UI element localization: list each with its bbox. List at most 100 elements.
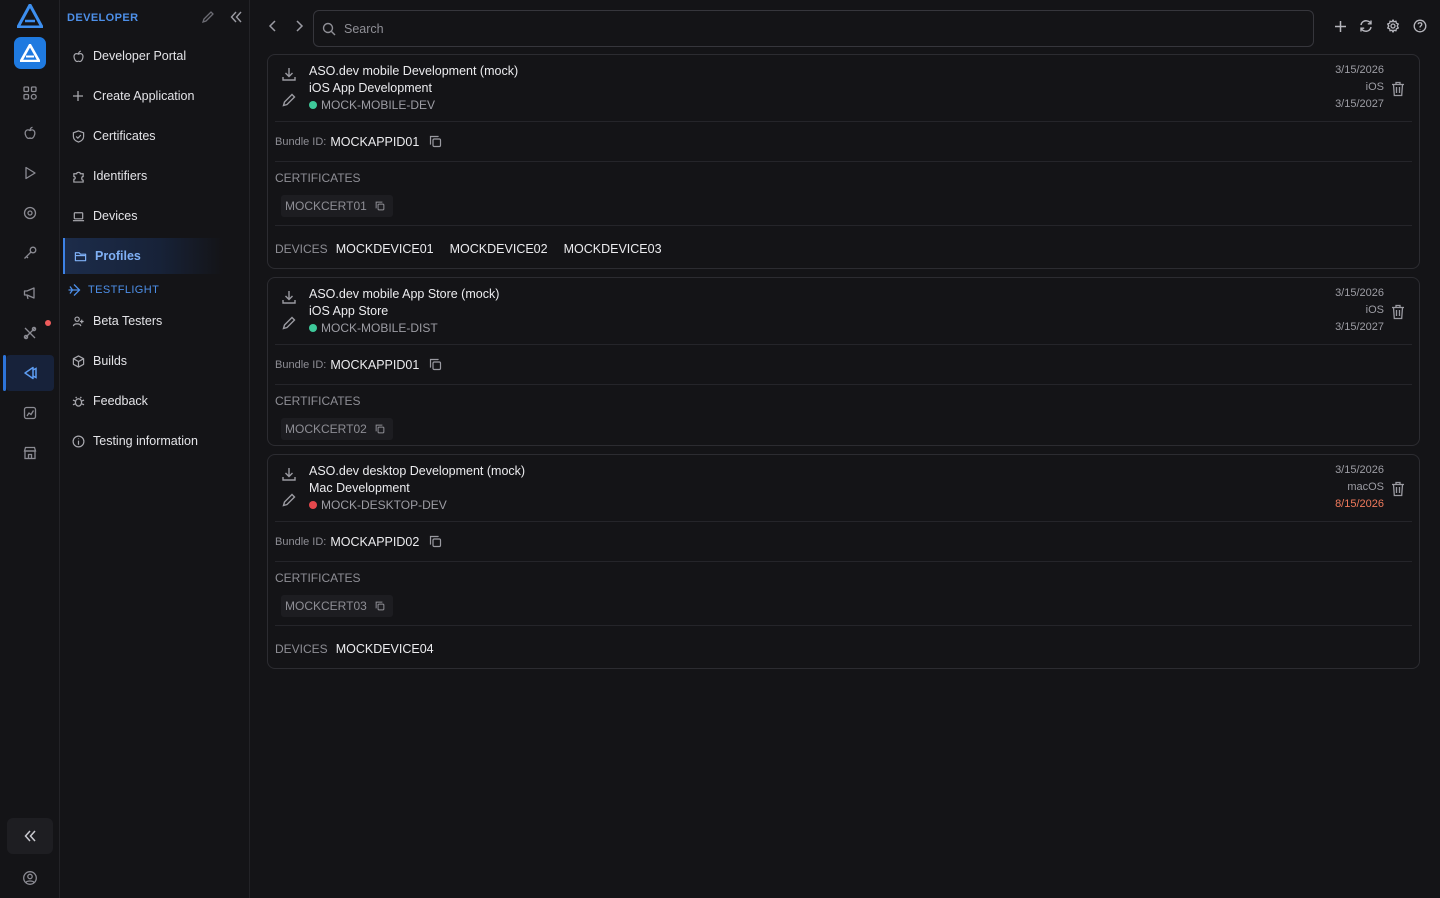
bundle-id-row: Bundle ID: MOCKAPPID01: [275, 122, 1412, 162]
platform-label: iOS: [1365, 304, 1384, 316]
xcode-icon[interactable]: [20, 363, 40, 383]
certificate-chip[interactable]: MOCKCERT01: [281, 195, 393, 217]
status-dot: [309, 101, 317, 109]
tools-icon[interactable]: [20, 323, 40, 343]
search-icon: [322, 22, 336, 36]
edit-icon[interactable]: [201, 10, 215, 24]
profile-card: ASO.dev mobile Development (mock) iOS Ap…: [267, 54, 1420, 269]
testflight-icon: [67, 283, 81, 297]
profile-card-header: ASO.dev desktop Development (mock) Mac D…: [275, 455, 1412, 522]
created-date: 3/15/2026: [1335, 64, 1384, 76]
app-store-connect-icon[interactable]: [14, 37, 46, 69]
sidebar-item-create-application[interactable]: Create Application: [63, 78, 223, 114]
settings-gear-icon[interactable]: [1385, 18, 1401, 34]
back-button[interactable]: [265, 18, 281, 34]
puzzle-icon: [71, 169, 85, 183]
profile-card: ASO.dev mobile App Store (mock) iOS App …: [267, 277, 1420, 446]
certificate-chip[interactable]: MOCKCERT02: [281, 418, 393, 440]
store-icon[interactable]: [20, 443, 40, 463]
certificate-chip[interactable]: MOCKCERT03: [281, 595, 393, 617]
expiration-date: 8/15/2026: [1335, 498, 1384, 510]
profile-card-header: ASO.dev mobile App Store (mock) iOS App …: [275, 278, 1412, 345]
target-icon[interactable]: [20, 203, 40, 223]
play-icon[interactable]: [20, 163, 40, 183]
account-icon[interactable]: [22, 870, 38, 886]
sidebar-item-profiles[interactable]: Profiles: [63, 238, 223, 274]
sidebar-item-feedback[interactable]: Feedback: [63, 383, 223, 419]
key-icon[interactable]: [20, 243, 40, 263]
bug-icon: [71, 394, 85, 408]
bundle-id-value: MOCKAPPID02: [330, 534, 420, 549]
forward-button[interactable]: [291, 18, 307, 34]
copy-icon[interactable]: [429, 535, 442, 548]
edit-icon[interactable]: [281, 492, 297, 508]
sidebar-item-label: Feedback: [93, 394, 148, 408]
delete-icon[interactable]: [1391, 304, 1405, 320]
analytics-icon[interactable]: [20, 403, 40, 423]
download-icon[interactable]: [281, 289, 297, 305]
delete-icon[interactable]: [1391, 81, 1405, 97]
plus-icon: [71, 89, 85, 103]
copy-icon[interactable]: [375, 424, 385, 434]
refresh-icon[interactable]: [1358, 18, 1374, 34]
sidebar-item-beta-testers[interactable]: Beta Testers: [63, 303, 223, 339]
expiration-date: 3/15/2027: [1335, 321, 1384, 333]
bundle-id-value: MOCKAPPID01: [330, 134, 420, 149]
sidebar-item-label: Identifiers: [93, 169, 148, 183]
copy-icon[interactable]: [375, 201, 385, 211]
platform-label: macOS: [1347, 481, 1384, 493]
profile-identifier: MOCK-MOBILE-DIST: [309, 321, 438, 335]
collapse-rail-button[interactable]: [7, 818, 53, 854]
bundle-id-label: Bundle ID:: [275, 535, 327, 548]
certificate-name: MOCKCERT02: [285, 422, 367, 436]
sidebar-item-developer-portal[interactable]: Developer Portal: [63, 38, 223, 74]
profile-type: iOS App Store: [309, 304, 389, 318]
sidebar-item-builds[interactable]: Builds: [63, 343, 223, 379]
sidebar-item-testing-information[interactable]: Testing information: [63, 423, 223, 459]
devices-label: DEVICES: [275, 241, 328, 256]
sidebar-item-label: Builds: [93, 354, 128, 368]
megaphone-icon[interactable]: [20, 283, 40, 303]
copy-icon[interactable]: [375, 601, 385, 611]
collapse-sidebar-icon[interactable]: [229, 10, 243, 24]
copy-icon[interactable]: [429, 135, 442, 148]
add-icon[interactable]: [1332, 18, 1348, 34]
apple-icon[interactable]: [20, 123, 40, 143]
profile-card-header: ASO.dev mobile Development (mock) iOS Ap…: [275, 55, 1412, 122]
status-dot: [309, 501, 317, 509]
profile-card: ASO.dev desktop Development (mock) Mac D…: [267, 454, 1420, 669]
apps-grid-icon[interactable]: [20, 83, 40, 103]
copy-icon[interactable]: [429, 358, 442, 371]
info-icon: [71, 434, 85, 448]
package-icon: [71, 354, 85, 368]
certificates-section: CERTIFICATES MOCKCERT03: [275, 562, 1412, 625]
search-bar: [313, 10, 1314, 47]
profile-type: iOS App Development: [309, 81, 432, 95]
certificates-section: CERTIFICATES MOCKCERT01: [275, 162, 1412, 225]
edit-icon[interactable]: [281, 92, 297, 108]
delete-icon[interactable]: [1391, 481, 1405, 497]
sidebar-item-label: Testing information: [93, 434, 198, 448]
certificate-name: MOCKCERT03: [285, 599, 367, 613]
sidebar-item-certificates[interactable]: Certificates: [63, 118, 223, 154]
rail-active-indicator: [3, 355, 6, 391]
edit-icon[interactable]: [281, 315, 297, 331]
profile-name: ASO.dev mobile Development (mock): [309, 64, 519, 78]
download-icon[interactable]: [281, 66, 297, 82]
device-name: MOCKDEVICE03: [563, 241, 662, 256]
help-icon[interactable]: [1412, 18, 1428, 34]
sidebar-item-identifiers[interactable]: Identifiers: [63, 158, 223, 194]
aso-logo-icon[interactable]: [17, 4, 43, 28]
platform-label: iOS: [1365, 81, 1384, 93]
certificate-name: MOCKCERT01: [285, 199, 367, 213]
certificates-section: CERTIFICATES MOCKCERT02: [275, 385, 1412, 448]
shield-check-icon: [71, 129, 85, 143]
profile-identifier-text: MOCK-DESKTOP-DEV: [321, 498, 447, 512]
profile-identifier-text: MOCK-MOBILE-DEV: [321, 98, 436, 112]
search-input[interactable]: [344, 21, 1244, 36]
apple-icon: [71, 49, 85, 63]
sidebar-item-devices[interactable]: Devices: [63, 198, 223, 234]
download-icon[interactable]: [281, 466, 297, 482]
profile-name: ASO.dev mobile App Store (mock): [309, 287, 500, 301]
certificates-label: CERTIFICATES: [275, 571, 361, 585]
